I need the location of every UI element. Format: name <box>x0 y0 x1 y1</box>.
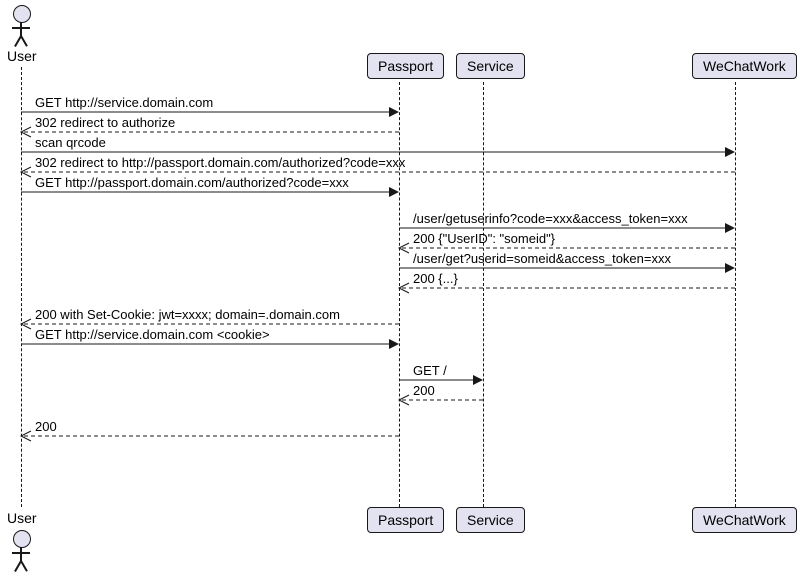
user-label-bottom: User <box>7 510 37 526</box>
message-arrow <box>21 430 399 442</box>
user-actor-leg-r-bottom <box>20 561 27 572</box>
user-actor-head-bottom <box>13 530 31 548</box>
user-actor-arms-bottom <box>12 552 30 554</box>
wechat-lifeline <box>735 82 736 507</box>
message-text: GET http://service.domain.com <box>35 95 213 110</box>
message-text: scan qrcode <box>35 135 106 150</box>
passport-box-top: Passport <box>367 53 444 79</box>
message-text: 302 redirect to http://passport.domain.c… <box>35 155 405 170</box>
message-text: GET http://service.domain.com <cookie> <box>35 327 270 342</box>
user-actor-leg-r-top <box>20 36 27 47</box>
message-arrow <box>399 394 483 406</box>
wechat-box-top: WeChatWork <box>692 53 797 79</box>
user-actor-body-top <box>20 22 22 36</box>
service-box-bottom: Service <box>456 507 525 533</box>
user-label-top: User <box>7 48 37 64</box>
message-text: 200 {...} <box>413 271 458 286</box>
message-text: /user/get?userid=someid&access_token=xxx <box>413 251 671 266</box>
message-text: 200 <box>413 383 435 398</box>
message-text: 200 <box>35 419 57 434</box>
message-text: /user/getuserinfo?code=xxx&access_token=… <box>413 211 688 226</box>
message-text: 302 redirect to authorize <box>35 115 175 130</box>
sequence-diagram: User Passport Service WeChatWork Passpor… <box>0 0 801 588</box>
service-box-top: Service <box>456 53 525 79</box>
passport-box-bottom: Passport <box>367 507 444 533</box>
message-text: 200 {"UserID": "someid"} <box>413 231 555 246</box>
message-text: GET http://passport.domain.com/authorize… <box>35 175 349 190</box>
message-text: 200 with Set-Cookie: jwt=xxxx; domain=.d… <box>35 307 340 322</box>
user-actor-head-top <box>13 5 31 23</box>
user-actor-body-bottom <box>20 547 22 561</box>
user-actor-arms-top <box>12 27 30 29</box>
message-text: GET / <box>413 363 447 378</box>
wechat-box-bottom: WeChatWork <box>692 507 797 533</box>
